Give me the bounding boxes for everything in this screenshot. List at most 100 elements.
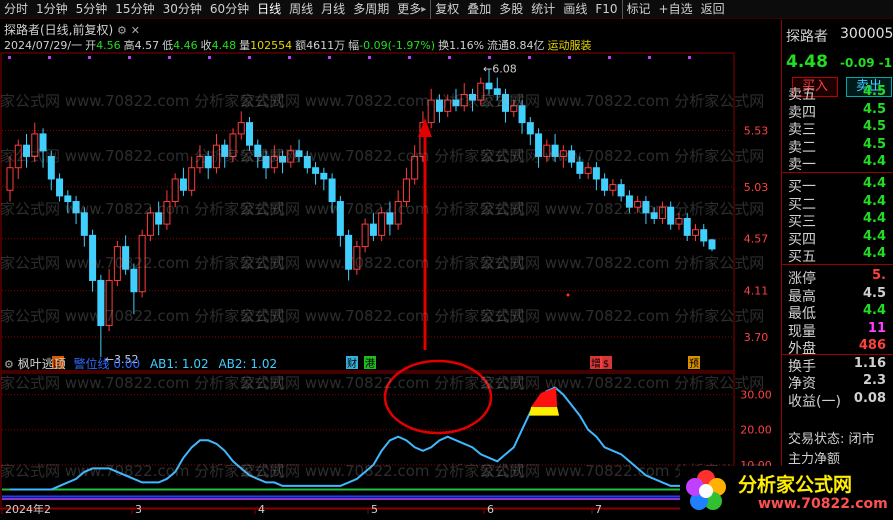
toolbar-item-14[interactable]: 统计 xyxy=(527,0,559,19)
bid-value: 4.4 xyxy=(862,176,886,191)
indicator-settings-icon[interactable]: ⚙ xyxy=(4,358,14,371)
toolbar-item-18[interactable]: +自选 xyxy=(655,0,697,19)
candle-body xyxy=(221,144,229,157)
toolbar-more-icon[interactable]: ▸ xyxy=(421,4,426,15)
candle-body xyxy=(411,155,419,180)
toolbar-item-11[interactable]: 复权 xyxy=(430,0,463,19)
toolbar-item-16[interactable]: F10 xyxy=(591,0,621,19)
candle-body xyxy=(204,155,212,169)
toolbar-item-3[interactable]: 15分钟 xyxy=(111,0,158,19)
sector-label[interactable]: 运动服装 xyxy=(548,39,592,52)
event-marker[interactable]: 港 xyxy=(364,356,376,370)
vol-label: 量 xyxy=(239,39,251,52)
candle-body xyxy=(23,144,31,157)
chart-area: 5.535.034.574.113.70←6.08←3.52回财港增$预10.0… xyxy=(0,20,780,516)
x-tick-label: 6 xyxy=(487,503,494,514)
candle-body xyxy=(576,161,584,174)
candle-body xyxy=(609,184,617,191)
ask-value: 4.5 xyxy=(862,136,886,152)
top-signal-red xyxy=(531,387,558,407)
candle-body xyxy=(122,246,130,270)
candle-body xyxy=(295,150,303,157)
x-tick-label: 7 xyxy=(595,503,602,514)
event-marker[interactable]: 预 xyxy=(688,356,700,370)
logo-text: 分析家公式网 xyxy=(738,474,853,496)
ab2-value: 1.02 xyxy=(250,357,278,371)
settings-icon[interactable]: ⚙ xyxy=(117,24,127,37)
stat-value: 11 xyxy=(867,320,886,336)
candle-body xyxy=(535,133,543,157)
price-change: -0.09 -1 xyxy=(840,56,892,70)
annotation-circle xyxy=(383,359,493,435)
candle-body xyxy=(427,99,435,124)
toolbar-item-2[interactable]: 5分钟 xyxy=(72,0,112,19)
toolbar-item-4[interactable]: 30分钟 xyxy=(159,0,206,19)
candle-body xyxy=(510,105,518,112)
signal-dot xyxy=(368,56,371,59)
candle-body xyxy=(452,99,460,107)
toolbar-item-8[interactable]: 月线 xyxy=(317,0,349,19)
candle-body xyxy=(72,201,80,214)
toolbar-item-7[interactable]: 周线 xyxy=(285,0,317,19)
candle-body xyxy=(179,178,187,191)
indicator-axis-label: 20.00 xyxy=(740,424,772,437)
indicator-line xyxy=(10,386,712,491)
candle-body xyxy=(625,195,633,208)
ohlc-info-row: 2024/07/29/一 开4.56 高4.57 低4.46 收4.48 量102554 额… xyxy=(4,37,595,53)
candle-body xyxy=(80,212,88,236)
candle-body xyxy=(105,279,113,327)
svg-text:$: $ xyxy=(603,359,609,370)
signal-dot xyxy=(608,56,611,59)
candle-body xyxy=(229,133,237,157)
candle-body xyxy=(394,201,402,225)
candle-body xyxy=(353,246,361,270)
candle-body xyxy=(56,178,64,197)
period-toolbar: 分时 1分钟 5分钟 15分钟 30分钟 60分钟 日线 周线 月线 多周期 更多 ▸ 复权 叠加 多股 统计… xyxy=(0,0,893,19)
site-logo: 分析家公式网 www.70822.com xyxy=(680,466,893,517)
candle-body xyxy=(39,133,47,152)
candle-body xyxy=(526,122,534,135)
candle-body xyxy=(551,144,559,157)
candle-body xyxy=(336,201,344,236)
bid-value: 4.4 xyxy=(862,246,886,261)
candle-body xyxy=(568,150,576,163)
indicator-axis-label: 30.00 xyxy=(740,389,772,402)
toolbar-item-9[interactable]: 多周期 xyxy=(349,0,393,19)
toolbar-item-1[interactable]: 1分钟 xyxy=(32,0,72,19)
candle-body xyxy=(658,206,666,219)
ab2-label: AB2: xyxy=(218,357,247,371)
toolbar-item-19[interactable]: 返回 xyxy=(697,0,729,19)
price-axis-label: 5.03 xyxy=(744,181,769,194)
toolbar-item-5[interactable]: 60分钟 xyxy=(206,0,253,19)
signal-dot xyxy=(568,56,571,59)
kline-chart[interactable]: 5.535.034.574.113.70←6.08←3.52回财港增$预10.0… xyxy=(0,20,780,516)
candle-body xyxy=(675,217,683,225)
float-label: 流通 xyxy=(487,39,510,52)
amount-label: 额 xyxy=(295,39,307,52)
event-marker[interactable]: 财 xyxy=(346,356,358,370)
candle-body xyxy=(270,155,278,169)
signal-dot xyxy=(408,56,411,59)
x-tick-label: 3 xyxy=(135,503,142,514)
toolbar-item-17[interactable]: 标记 xyxy=(621,0,655,19)
close-icon[interactable]: ✕ xyxy=(131,24,140,37)
alert-line-value: 0.00 xyxy=(113,357,141,371)
open-label: 开 xyxy=(85,39,97,52)
signal-dot xyxy=(648,56,651,59)
candle-body xyxy=(130,268,138,293)
high-label: 高 xyxy=(123,39,135,52)
event-marker[interactable]: $ xyxy=(600,356,612,370)
stat-value: 0.08 xyxy=(853,390,886,406)
stock-name: 探路者 xyxy=(786,29,828,45)
toolbar-item-6[interactable]: 日线 xyxy=(253,0,285,19)
indicator-name[interactable]: 枫叶逃顶 xyxy=(18,357,66,371)
candle-body xyxy=(369,223,377,236)
toolbar-item-13[interactable]: 多股 xyxy=(495,0,527,19)
alert-line-label: 警位线 xyxy=(73,357,110,371)
chart-title: 探路者(日线,前复权) xyxy=(4,23,114,37)
stat-value: 1.16 xyxy=(853,355,886,371)
toolbar-item-12[interactable]: 叠加 xyxy=(463,0,495,19)
toolbar-item-15[interactable]: 画线 xyxy=(559,0,591,19)
open-value: 4.56 xyxy=(96,39,121,52)
toolbar-item-0[interactable]: 分时 xyxy=(0,0,32,19)
